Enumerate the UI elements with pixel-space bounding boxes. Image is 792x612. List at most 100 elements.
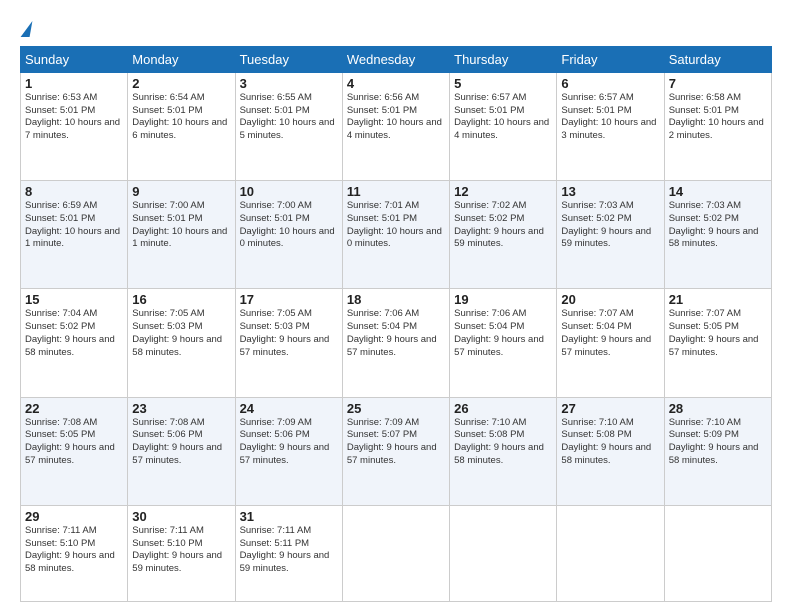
day-info: Sunrise: 7:07 AMSunset: 5:05 PMDaylight:… bbox=[669, 308, 767, 359]
day-number: 26 bbox=[454, 401, 552, 416]
calendar-cell: 23Sunrise: 7:08 AMSunset: 5:06 PMDayligh… bbox=[128, 397, 235, 505]
day-header-thursday: Thursday bbox=[450, 46, 557, 72]
day-number: 16 bbox=[132, 292, 230, 307]
day-info: Sunrise: 7:11 AMSunset: 5:11 PMDaylight:… bbox=[240, 525, 338, 576]
day-info: Sunrise: 7:10 AMSunset: 5:08 PMDaylight:… bbox=[454, 417, 552, 468]
calendar-cell bbox=[450, 505, 557, 601]
day-info: Sunrise: 7:00 AMSunset: 5:01 PMDaylight:… bbox=[240, 200, 338, 251]
day-number: 1 bbox=[25, 76, 123, 91]
day-info: Sunrise: 7:01 AMSunset: 5:01 PMDaylight:… bbox=[347, 200, 445, 251]
page: SundayMondayTuesdayWednesdayThursdayFrid… bbox=[0, 0, 792, 612]
day-info: Sunrise: 7:09 AMSunset: 5:06 PMDaylight:… bbox=[240, 417, 338, 468]
day-info: Sunrise: 7:11 AMSunset: 5:10 PMDaylight:… bbox=[25, 525, 123, 576]
calendar-cell: 9Sunrise: 7:00 AMSunset: 5:01 PMDaylight… bbox=[128, 181, 235, 289]
day-number: 21 bbox=[669, 292, 767, 307]
calendar-cell bbox=[342, 505, 449, 601]
day-info: Sunrise: 7:06 AMSunset: 5:04 PMDaylight:… bbox=[454, 308, 552, 359]
day-info: Sunrise: 7:10 AMSunset: 5:08 PMDaylight:… bbox=[561, 417, 659, 468]
calendar-week-4: 22Sunrise: 7:08 AMSunset: 5:05 PMDayligh… bbox=[21, 397, 772, 505]
calendar-cell bbox=[557, 505, 664, 601]
day-number: 31 bbox=[240, 509, 338, 524]
day-info: Sunrise: 7:10 AMSunset: 5:09 PMDaylight:… bbox=[669, 417, 767, 468]
day-header-tuesday: Tuesday bbox=[235, 46, 342, 72]
calendar-cell: 12Sunrise: 7:02 AMSunset: 5:02 PMDayligh… bbox=[450, 181, 557, 289]
day-number: 24 bbox=[240, 401, 338, 416]
calendar: SundayMondayTuesdayWednesdayThursdayFrid… bbox=[20, 46, 772, 602]
calendar-cell: 25Sunrise: 7:09 AMSunset: 5:07 PMDayligh… bbox=[342, 397, 449, 505]
calendar-cell bbox=[664, 505, 771, 601]
calendar-cell: 28Sunrise: 7:10 AMSunset: 5:09 PMDayligh… bbox=[664, 397, 771, 505]
day-header-friday: Friday bbox=[557, 46, 664, 72]
calendar-week-5: 29Sunrise: 7:11 AMSunset: 5:10 PMDayligh… bbox=[21, 505, 772, 601]
day-info: Sunrise: 6:55 AMSunset: 5:01 PMDaylight:… bbox=[240, 92, 338, 143]
calendar-cell: 5Sunrise: 6:57 AMSunset: 5:01 PMDaylight… bbox=[450, 72, 557, 180]
day-number: 27 bbox=[561, 401, 659, 416]
calendar-cell: 18Sunrise: 7:06 AMSunset: 5:04 PMDayligh… bbox=[342, 289, 449, 397]
calendar-cell: 15Sunrise: 7:04 AMSunset: 5:02 PMDayligh… bbox=[21, 289, 128, 397]
day-info: Sunrise: 7:05 AMSunset: 5:03 PMDaylight:… bbox=[132, 308, 230, 359]
logo-general bbox=[20, 20, 31, 40]
calendar-cell: 7Sunrise: 6:58 AMSunset: 5:01 PMDaylight… bbox=[664, 72, 771, 180]
day-number: 4 bbox=[347, 76, 445, 91]
day-header-sunday: Sunday bbox=[21, 46, 128, 72]
calendar-cell: 16Sunrise: 7:05 AMSunset: 5:03 PMDayligh… bbox=[128, 289, 235, 397]
day-header-saturday: Saturday bbox=[664, 46, 771, 72]
calendar-week-2: 8Sunrise: 6:59 AMSunset: 5:01 PMDaylight… bbox=[21, 181, 772, 289]
day-number: 17 bbox=[240, 292, 338, 307]
calendar-cell: 13Sunrise: 7:03 AMSunset: 5:02 PMDayligh… bbox=[557, 181, 664, 289]
calendar-cell: 21Sunrise: 7:07 AMSunset: 5:05 PMDayligh… bbox=[664, 289, 771, 397]
day-number: 18 bbox=[347, 292, 445, 307]
day-info: Sunrise: 7:08 AMSunset: 5:06 PMDaylight:… bbox=[132, 417, 230, 468]
day-number: 6 bbox=[561, 76, 659, 91]
day-info: Sunrise: 6:59 AMSunset: 5:01 PMDaylight:… bbox=[25, 200, 123, 251]
day-info: Sunrise: 6:57 AMSunset: 5:01 PMDaylight:… bbox=[454, 92, 552, 143]
day-info: Sunrise: 7:04 AMSunset: 5:02 PMDaylight:… bbox=[25, 308, 123, 359]
day-number: 2 bbox=[132, 76, 230, 91]
calendar-cell: 2Sunrise: 6:54 AMSunset: 5:01 PMDaylight… bbox=[128, 72, 235, 180]
calendar-cell: 29Sunrise: 7:11 AMSunset: 5:10 PMDayligh… bbox=[21, 505, 128, 601]
calendar-cell: 30Sunrise: 7:11 AMSunset: 5:10 PMDayligh… bbox=[128, 505, 235, 601]
day-number: 13 bbox=[561, 184, 659, 199]
day-info: Sunrise: 7:11 AMSunset: 5:10 PMDaylight:… bbox=[132, 525, 230, 576]
calendar-cell: 22Sunrise: 7:08 AMSunset: 5:05 PMDayligh… bbox=[21, 397, 128, 505]
day-info: Sunrise: 6:53 AMSunset: 5:01 PMDaylight:… bbox=[25, 92, 123, 143]
day-number: 9 bbox=[132, 184, 230, 199]
calendar-cell: 27Sunrise: 7:10 AMSunset: 5:08 PMDayligh… bbox=[557, 397, 664, 505]
day-info: Sunrise: 7:00 AMSunset: 5:01 PMDaylight:… bbox=[132, 200, 230, 251]
day-number: 5 bbox=[454, 76, 552, 91]
day-info: Sunrise: 6:57 AMSunset: 5:01 PMDaylight:… bbox=[561, 92, 659, 143]
day-header-monday: Monday bbox=[128, 46, 235, 72]
day-number: 29 bbox=[25, 509, 123, 524]
day-header-wednesday: Wednesday bbox=[342, 46, 449, 72]
day-number: 7 bbox=[669, 76, 767, 91]
calendar-cell: 31Sunrise: 7:11 AMSunset: 5:11 PMDayligh… bbox=[235, 505, 342, 601]
calendar-cell: 24Sunrise: 7:09 AMSunset: 5:06 PMDayligh… bbox=[235, 397, 342, 505]
calendar-cell: 10Sunrise: 7:00 AMSunset: 5:01 PMDayligh… bbox=[235, 181, 342, 289]
calendar-week-1: 1Sunrise: 6:53 AMSunset: 5:01 PMDaylight… bbox=[21, 72, 772, 180]
day-number: 15 bbox=[25, 292, 123, 307]
day-number: 30 bbox=[132, 509, 230, 524]
day-info: Sunrise: 6:56 AMSunset: 5:01 PMDaylight:… bbox=[347, 92, 445, 143]
calendar-cell: 6Sunrise: 6:57 AMSunset: 5:01 PMDaylight… bbox=[557, 72, 664, 180]
day-number: 12 bbox=[454, 184, 552, 199]
day-info: Sunrise: 7:09 AMSunset: 5:07 PMDaylight:… bbox=[347, 417, 445, 468]
calendar-cell: 1Sunrise: 6:53 AMSunset: 5:01 PMDaylight… bbox=[21, 72, 128, 180]
calendar-cell: 11Sunrise: 7:01 AMSunset: 5:01 PMDayligh… bbox=[342, 181, 449, 289]
day-info: Sunrise: 7:06 AMSunset: 5:04 PMDaylight:… bbox=[347, 308, 445, 359]
day-info: Sunrise: 6:54 AMSunset: 5:01 PMDaylight:… bbox=[132, 92, 230, 143]
day-info: Sunrise: 7:02 AMSunset: 5:02 PMDaylight:… bbox=[454, 200, 552, 251]
day-info: Sunrise: 7:08 AMSunset: 5:05 PMDaylight:… bbox=[25, 417, 123, 468]
day-number: 20 bbox=[561, 292, 659, 307]
day-info: Sunrise: 7:03 AMSunset: 5:02 PMDaylight:… bbox=[669, 200, 767, 251]
day-number: 25 bbox=[347, 401, 445, 416]
calendar-week-3: 15Sunrise: 7:04 AMSunset: 5:02 PMDayligh… bbox=[21, 289, 772, 397]
calendar-cell: 4Sunrise: 6:56 AMSunset: 5:01 PMDaylight… bbox=[342, 72, 449, 180]
calendar-cell: 3Sunrise: 6:55 AMSunset: 5:01 PMDaylight… bbox=[235, 72, 342, 180]
day-number: 8 bbox=[25, 184, 123, 199]
day-info: Sunrise: 6:58 AMSunset: 5:01 PMDaylight:… bbox=[669, 92, 767, 143]
header bbox=[20, 16, 772, 40]
calendar-cell: 19Sunrise: 7:06 AMSunset: 5:04 PMDayligh… bbox=[450, 289, 557, 397]
day-info: Sunrise: 7:03 AMSunset: 5:02 PMDaylight:… bbox=[561, 200, 659, 251]
calendar-cell: 8Sunrise: 6:59 AMSunset: 5:01 PMDaylight… bbox=[21, 181, 128, 289]
day-number: 3 bbox=[240, 76, 338, 91]
